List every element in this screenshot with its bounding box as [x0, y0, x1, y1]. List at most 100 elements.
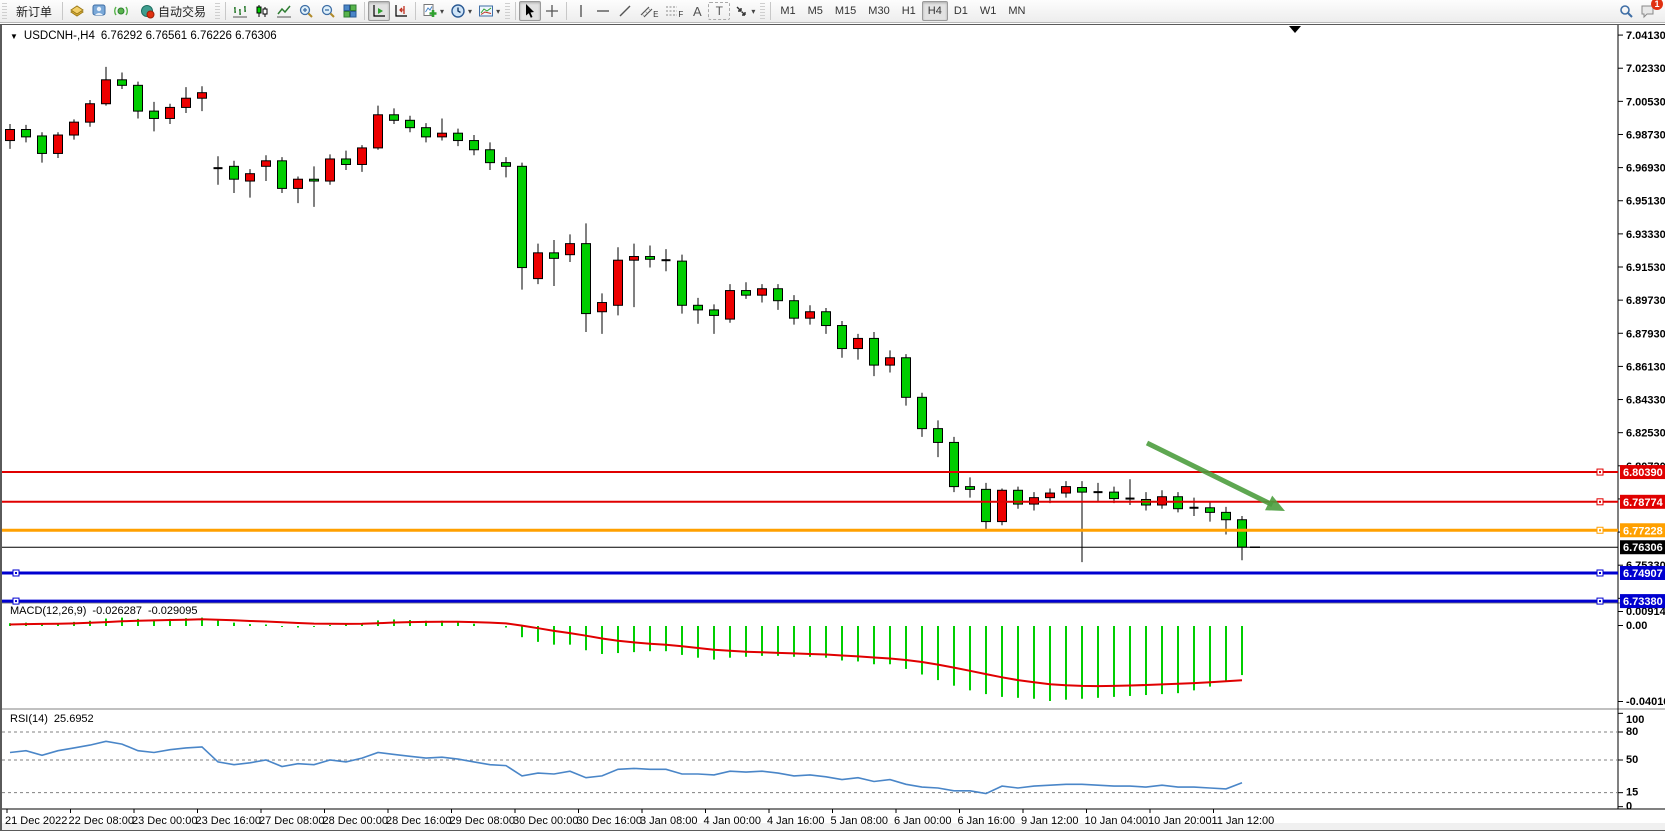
resistance-line-1-price-label: 6.80390 — [1623, 467, 1663, 479]
trendline-icon — [617, 3, 633, 19]
cursor-button[interactable] — [519, 1, 541, 21]
timeframe-w1-button[interactable]: W1 — [974, 1, 1003, 21]
line-chart-button[interactable] — [273, 1, 295, 21]
channel-sub-label: E — [653, 10, 658, 19]
chat-badge: 1 — [1651, 0, 1663, 10]
arrows-button[interactable]: ▾ — [730, 1, 758, 21]
price-tick-label: 6.84330 — [1626, 395, 1665, 407]
new-order-button[interactable]: 新订单 — [9, 1, 59, 21]
resistance-line-2-price-label: 6.78774 — [1623, 497, 1664, 509]
templates-button[interactable]: ▾ — [475, 1, 503, 21]
zoom-out-button[interactable] — [317, 1, 339, 21]
zoom-in-button[interactable] — [295, 1, 317, 21]
timeframe-group: M1M5M15M30H1H4D1W1MN — [774, 1, 1031, 21]
candle-bullish — [198, 93, 207, 99]
candle-bullish — [758, 289, 767, 295]
chart-window: 7.041307.023307.005306.987306.969306.951… — [0, 24, 1665, 831]
equidistant-channel-button[interactable]: E — [636, 1, 661, 21]
resistance-line-1-handle-dot — [1599, 471, 1601, 473]
signals-button[interactable] — [110, 1, 132, 21]
horizontal-line-icon — [595, 3, 611, 19]
auto-trading-button[interactable]: 自动交易 — [132, 1, 213, 21]
chart-shift-button[interactable] — [390, 1, 412, 21]
candle-bullish — [998, 490, 1007, 521]
cursor-icon — [522, 3, 538, 19]
vertical-line-icon — [573, 3, 589, 19]
vertical-line-button[interactable] — [570, 1, 592, 21]
search-button[interactable] — [1615, 1, 1637, 21]
candlestick-chart-icon — [254, 3, 270, 19]
collapse-triangle-icon[interactable]: ▼ — [10, 32, 18, 41]
market-watch-button[interactable] — [66, 1, 88, 21]
candle-bearish — [454, 133, 463, 140]
candle-bullish — [854, 338, 863, 348]
target-line-2-handle-dot — [1599, 600, 1601, 602]
fibonacci-button[interactable]: F — [661, 1, 686, 21]
candlestick-chart-button[interactable] — [251, 1, 273, 21]
macd-indicator-label: MACD(12,26,9) -0.026287 -0.029095 — [10, 605, 198, 617]
price-tick-label: 6.98730 — [1626, 129, 1665, 141]
macd-signal-value: -0.029095 — [148, 605, 198, 617]
chart-canvas[interactable]: 7.041307.023307.005306.987306.969306.951… — [2, 25, 1665, 830]
macd-axis-label: -0.040162 — [1626, 696, 1665, 708]
auto-trading-label: 自动交易 — [158, 3, 206, 20]
candle-bearish — [678, 261, 687, 305]
templates-icon — [478, 3, 494, 19]
candle-bearish — [422, 128, 431, 137]
timeframe-m15-button[interactable]: M15 — [829, 1, 862, 21]
timeframe-mn-button[interactable]: MN — [1002, 1, 1031, 21]
target-line-2-price-label: 6.73380 — [1623, 596, 1663, 608]
toolbar-separator — [515, 2, 516, 20]
date-label: 23 Dec 16:00 — [196, 815, 261, 827]
timeframe-m1-button[interactable]: M1 — [774, 1, 801, 21]
date-label: 30 Dec 16:00 — [577, 815, 642, 827]
timeframe-m5-button[interactable]: M5 — [802, 1, 829, 21]
timeframe-m30-button[interactable]: M30 — [862, 1, 895, 21]
candle-bullish — [374, 115, 383, 148]
date-label: 5 Jan 08:00 — [831, 815, 889, 827]
trendline-button[interactable] — [614, 1, 636, 21]
support-line-orange-handle-dot — [1599, 529, 1601, 531]
chat-button[interactable]: 1 — [1637, 1, 1659, 21]
candle-bullish — [358, 148, 367, 165]
candle-bullish — [598, 303, 607, 312]
candle-bullish — [1046, 493, 1055, 498]
rsi-indicator-label: RSI(14) 25.6952 — [10, 713, 94, 725]
indicators-button[interactable]: ▾ — [419, 1, 447, 21]
crosshair-button[interactable] — [541, 1, 563, 21]
text-label-button[interactable]: T — [708, 2, 730, 20]
toolbar-grip[interactable] — [2, 3, 7, 19]
toolbar-grip[interactable] — [215, 3, 220, 19]
candle-bearish — [966, 487, 975, 490]
timeframe-h1-button[interactable]: H1 — [896, 1, 922, 21]
mt4-application: 新订单 自动交易 — [0, 0, 1665, 831]
price-tick-label: 7.02330 — [1626, 63, 1665, 75]
chart-shift-icon — [393, 3, 409, 19]
timeframe-h4-button[interactable]: H4 — [922, 1, 948, 21]
bar-chart-icon — [232, 3, 248, 19]
auto-trading-icon — [139, 3, 155, 19]
price-tick-label: 6.82530 — [1626, 428, 1665, 440]
date-label: 10 Jan 20:00 — [1148, 815, 1212, 827]
date-label: 21 Dec 2022 — [5, 815, 67, 827]
date-label: 4 Jan 00:00 — [704, 815, 762, 827]
toolbar-grip[interactable] — [760, 3, 765, 19]
candle-bearish — [870, 338, 879, 365]
tile-windows-button[interactable] — [339, 1, 361, 21]
horizontal-line-button[interactable] — [592, 1, 614, 21]
candle-bearish — [710, 310, 719, 316]
text-button[interactable]: A — [686, 1, 708, 21]
periods-button[interactable]: ▾ — [447, 1, 475, 21]
candle-bearish — [1238, 520, 1247, 547]
auto-scroll-button[interactable] — [368, 1, 390, 21]
terminal-icon — [91, 3, 107, 19]
candle-bearish — [278, 161, 287, 189]
price-tick-label: 6.86130 — [1626, 361, 1665, 373]
toolbar-grip[interactable] — [505, 3, 510, 19]
bar-chart-button[interactable] — [229, 1, 251, 21]
ohlc-values: 6.76292 6.76561 6.76226 6.76306 — [101, 30, 277, 42]
timeframe-d1-button[interactable]: D1 — [948, 1, 974, 21]
date-label: 29 Dec 08:00 — [450, 815, 515, 827]
terminal-button[interactable] — [88, 1, 110, 21]
indicators-icon — [422, 3, 438, 19]
